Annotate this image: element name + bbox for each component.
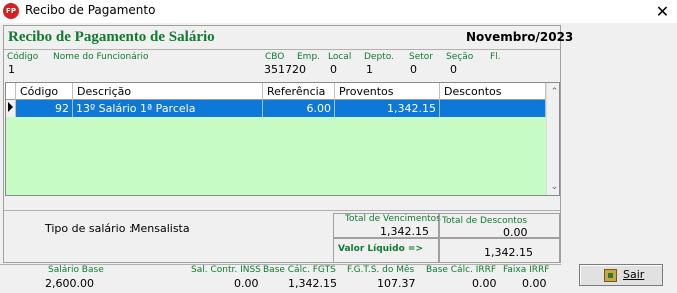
- sair-button[interactable]: Sair: [579, 264, 663, 286]
- local-label: Local: [328, 52, 352, 62]
- row-indicator: [6, 100, 16, 117]
- cbo-label: CBO: [265, 52, 285, 62]
- salario-base-value: 2,600.00: [45, 277, 94, 290]
- row-pointer-icon: [8, 102, 13, 112]
- scroll-up-icon[interactable]: ⌃: [547, 84, 559, 99]
- fgts-base-label: Base Cálc. FGTS: [263, 265, 336, 275]
- total-vencimentos-label: Total de Vencimentos: [345, 214, 441, 224]
- column-header-descontos[interactable]: Descontos: [440, 83, 546, 100]
- depto-label: Depto.: [364, 52, 394, 62]
- fgts-mes-label: F.G.T.S. do Mês: [347, 265, 415, 275]
- cell-referencia: 6.00: [263, 100, 335, 117]
- codigo-label: Código: [7, 52, 39, 62]
- codigo-value: 1: [8, 63, 15, 76]
- emp-label: Emp.: [297, 52, 321, 62]
- cell-descontos: [440, 100, 546, 117]
- total-descontos-label: Total de Descontos: [442, 216, 528, 226]
- depto-value: 0: [410, 63, 417, 76]
- fl-label: Fl.: [490, 52, 501, 62]
- secao-label: Seção: [446, 52, 474, 62]
- cell-proventos: 1,342.15: [335, 100, 440, 117]
- cell-codigo: 92: [16, 100, 73, 117]
- grid-header: Código Descrição Referência Proventos De…: [6, 83, 546, 100]
- nome-label: Nome do Funcionário: [53, 52, 149, 62]
- items-grid[interactable]: Código Descrição Referência Proventos De…: [5, 82, 560, 196]
- irrf-base-value: 0.00: [472, 277, 497, 290]
- exit-door-icon: [604, 269, 617, 282]
- close-icon[interactable]: ✕: [648, 0, 677, 23]
- column-header-proventos[interactable]: Proventos: [335, 83, 440, 100]
- app-logo-icon: FP: [3, 3, 19, 19]
- setor-value: 0: [450, 63, 457, 76]
- total-vencimentos-value: 1,342.15: [380, 225, 429, 238]
- column-header-descricao[interactable]: Descrição: [73, 83, 263, 100]
- page-title: Recibo de Pagamento de Salário: [8, 29, 215, 45]
- irrf-base-label: Base Cálc. IRRF: [426, 265, 497, 275]
- grid-scrollbar[interactable]: ⌃ ⌄: [546, 83, 559, 195]
- header-indicator-cell: [6, 83, 16, 100]
- local-value: 1: [366, 63, 373, 76]
- inss-value: 0.00: [234, 277, 259, 290]
- faixa-irrf-value: 0.00: [522, 277, 547, 290]
- tipo-salario-label: Tipo de salário :: [45, 222, 133, 235]
- fgts-mes-value: 107.37: [377, 277, 416, 290]
- salario-base-label: Salário Base: [48, 265, 104, 275]
- faixa-irrf-label: Faixa IRRF: [503, 265, 550, 275]
- inss-label: Sal. Contr. INSS: [191, 265, 261, 275]
- scroll-down-icon[interactable]: ⌄: [547, 179, 559, 194]
- column-header-codigo[interactable]: Código: [16, 83, 73, 100]
- table-row[interactable]: 92 13º Salário 1ª Parcela 6.00 1,342.15: [16, 100, 546, 117]
- divider: [4, 210, 560, 211]
- setor-label: Setor: [409, 52, 433, 62]
- cbo-value: 351720: [264, 63, 306, 76]
- valor-liquido-value: 1,342.15: [484, 246, 533, 259]
- emp-value: 0: [330, 63, 337, 76]
- sair-button-label: Sair: [623, 268, 645, 281]
- window-title: Recibo de Pagamento: [25, 3, 156, 17]
- period-label: Novembro/2023: [466, 30, 574, 44]
- tipo-salario-value: Mensalista: [131, 222, 190, 235]
- cell-descricao: 13º Salário 1ª Parcela: [73, 100, 263, 117]
- column-header-referencia[interactable]: Referência: [263, 83, 335, 100]
- valor-liquido-label: Valor Líquido =>: [338, 244, 423, 254]
- fgts-base-value: 1,342.15: [288, 277, 337, 290]
